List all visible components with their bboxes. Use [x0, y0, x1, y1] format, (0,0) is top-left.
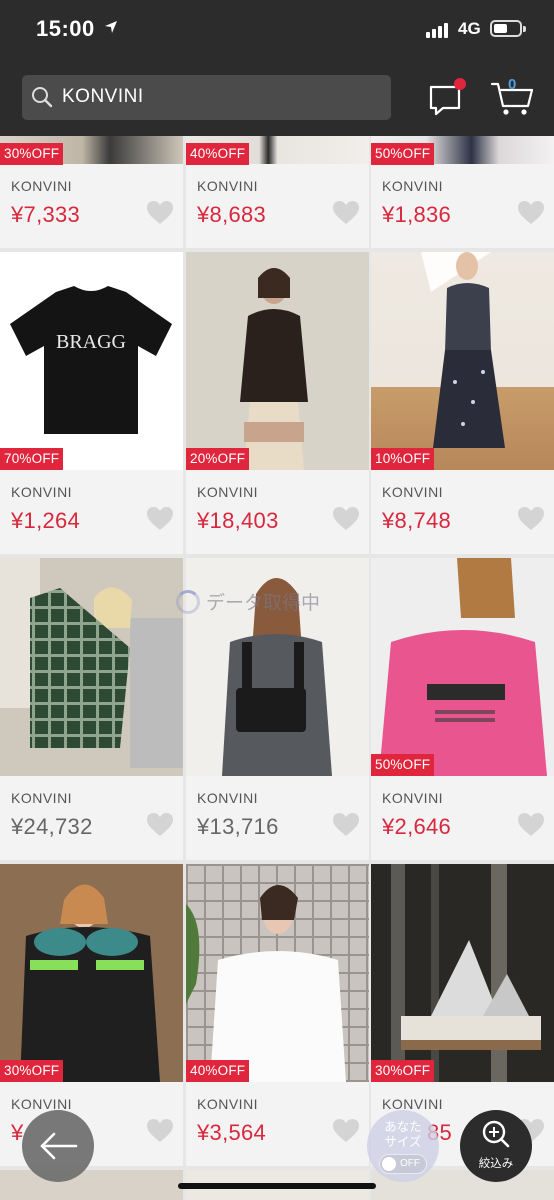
loading-indicator: データ取得中: [176, 588, 320, 615]
search-input[interactable]: KONVINI: [22, 75, 391, 120]
status-time: 15:00: [36, 16, 95, 41]
product-image: [0, 864, 183, 1082]
location-arrow-icon: [105, 21, 117, 33]
product-image: [186, 864, 369, 1082]
brand-name: KONVINI: [382, 790, 444, 806]
discount-badge: 70%OFF: [0, 448, 64, 470]
discount-badge: 10%OFF: [371, 448, 435, 470]
product-card[interactable]: 50%OFF KONVINI ¥1,836: [371, 136, 554, 248]
heart-icon[interactable]: [517, 506, 545, 532]
zoom-search-icon: [482, 1120, 510, 1148]
product-card[interactable]: 40%OFF KONVINI ¥8,683: [186, 136, 369, 248]
search-value: KONVINI: [62, 86, 144, 107]
discount-badge: 30%OFF: [0, 1060, 64, 1082]
price: ¥8,748: [382, 508, 452, 533]
price: ¥1,836: [382, 202, 452, 227]
heart-icon[interactable]: [146, 200, 174, 226]
heart-icon[interactable]: [517, 200, 545, 226]
model-photo: [186, 864, 369, 1082]
my-size-label: あなた サイズ: [384, 1120, 422, 1149]
brand-name: KONVINI: [197, 790, 259, 806]
header-bar: 15:00 4G KONVINI 0: [0, 0, 554, 136]
model-photo: [0, 558, 183, 768]
product-card[interactable]: 30%OFF KONVINI ¥7,333: [0, 136, 183, 248]
arrow-left-icon: [40, 1132, 78, 1160]
product-image: [0, 558, 183, 776]
signal-icon: [426, 22, 448, 38]
heart-icon[interactable]: [146, 506, 174, 532]
price: ¥13,716: [197, 814, 279, 839]
heart-icon[interactable]: [146, 812, 174, 838]
product-list-screen: 15:00 4G KONVINI 0 30%OFF KONVINI ¥7,333…: [0, 0, 554, 1200]
tshirt-illustration: BRAGG: [10, 286, 172, 434]
product-card[interactable]: 50%OFF KONVINI ¥2,646: [371, 558, 554, 860]
product-photo: [391, 864, 541, 1082]
search-icon: [32, 87, 53, 108]
product-card[interactable]: 10%OFF KONVINI ¥8,748: [371, 252, 554, 554]
notification-dot: [454, 78, 466, 90]
my-size-toggle[interactable]: OFF: [379, 1154, 427, 1174]
product-card[interactable]: KONVINI ¥24,732: [0, 558, 183, 860]
network-label: 4G: [458, 19, 481, 38]
brand-name: KONVINI: [382, 1096, 444, 1112]
discount-badge: 50%OFF: [371, 143, 435, 165]
discount-badge: 50%OFF: [371, 754, 435, 776]
product-image: [371, 252, 554, 470]
model-photo: [379, 558, 547, 776]
product-card[interactable]: 20%OFF KONVINI ¥18,403: [186, 252, 369, 554]
heart-icon[interactable]: [332, 200, 360, 226]
price: ¥3,564: [197, 1120, 267, 1145]
discount-badge: 40%OFF: [186, 1060, 250, 1082]
discount-badge: 30%OFF: [0, 143, 64, 165]
brand-name: KONVINI: [382, 178, 444, 194]
brand-name: KONVINI: [197, 1096, 259, 1112]
filter-label: 絞込み: [478, 1158, 514, 1170]
brand-name: KONVINI: [11, 790, 73, 806]
price: ¥18,403: [197, 508, 279, 533]
product-image: [371, 558, 554, 776]
discount-badge: 20%OFF: [186, 448, 250, 470]
home-indicator[interactable]: [178, 1183, 376, 1189]
heart-icon[interactable]: [332, 506, 360, 532]
loading-text: データ取得中: [206, 593, 321, 614]
price: ¥24,732: [11, 814, 93, 839]
price: ¥1,264: [11, 508, 81, 533]
brand-name: KONVINI: [197, 178, 259, 194]
price: ¥2,646: [382, 814, 452, 839]
tshirt-print: BRAGG: [56, 331, 126, 353]
cart-count-badge: 0: [508, 76, 517, 93]
heart-icon[interactable]: [517, 812, 545, 838]
heart-icon[interactable]: [332, 1118, 360, 1144]
brand-name: KONVINI: [382, 484, 444, 500]
my-size-button[interactable]: あなた サイズ OFF: [367, 1110, 439, 1182]
back-button[interactable]: [22, 1110, 94, 1182]
heart-icon[interactable]: [146, 1118, 174, 1144]
model-photo: [421, 252, 505, 448]
spinner-icon: [176, 589, 200, 614]
brand-name: KONVINI: [11, 178, 73, 194]
price: ¥7,333: [11, 202, 81, 227]
brand-name: KONVINI: [197, 484, 259, 500]
product-image: [371, 864, 554, 1082]
product-image: [186, 252, 369, 470]
discount-badge: 30%OFF: [371, 1060, 435, 1082]
discount-badge: 40%OFF: [186, 143, 250, 165]
brand-name: KONVINI: [11, 484, 73, 500]
model-photo: [20, 884, 160, 1082]
battery-icon: [490, 20, 526, 37]
price: ¥8,683: [197, 202, 267, 227]
product-card[interactable]: 40%OFF KONVINI ¥3,564: [186, 864, 369, 1166]
product-card[interactable]: BRAGG 70%OFF KONVINI ¥1,264: [0, 252, 183, 554]
product-image: BRAGG: [0, 252, 183, 470]
heart-icon[interactable]: [332, 812, 360, 838]
model-photo: [240, 268, 308, 470]
filter-button[interactable]: 絞込み: [460, 1110, 532, 1182]
